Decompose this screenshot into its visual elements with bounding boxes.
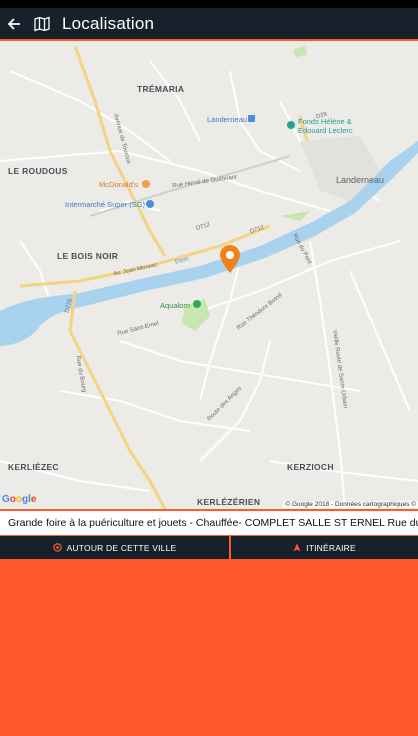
page-title: Localisation: [62, 13, 155, 33]
event-ticker: Grande foire à la puériculture et jouets…: [0, 511, 418, 535]
label-intermarche: Intermarché Super (SG): [65, 200, 146, 209]
museum-marker[interactable]: [287, 121, 295, 129]
map-view[interactable]: TRÉMARIA LE ROUDOUS LE BOIS NOIR KERLIÉZ…: [0, 41, 418, 509]
label-fonds-2: Édouard Leclerc: [298, 126, 353, 135]
map-canvas: [0, 45, 418, 509]
label-landerneau-town: Landerneau: [336, 175, 385, 185]
label-aqualorn: Aqualorn: [160, 301, 191, 310]
park-marker[interactable]: [193, 300, 201, 308]
label-kerliezec: KERLIÉZEC: [8, 462, 59, 472]
restaurant-marker[interactable]: [142, 180, 150, 188]
around-city-button[interactable]: AUTOUR DE CETTE VILLE: [0, 536, 229, 559]
app-bar: Localisation: [0, 8, 418, 41]
label-kerzioch: KERZIOCH: [287, 462, 334, 472]
content-area: [0, 559, 418, 736]
label-landerneau-station: Landerneau: [207, 115, 248, 124]
label-le-bois-noir: LE BOIS NOIR: [57, 251, 119, 261]
label-kerlezerien: KERLÉZÉRIEN: [197, 497, 261, 507]
back-button[interactable]: [0, 8, 28, 39]
itinerary-label: ITINÉRAIRE: [306, 542, 356, 553]
google-logo: Google: [2, 494, 37, 505]
label-tremaria: TRÉMARIA: [137, 84, 185, 94]
target-icon: [52, 543, 62, 552]
arrow-left-icon: [7, 17, 20, 30]
action-bar: AUTOUR DE CETTE VILLE ITINÉRAIRE: [0, 536, 418, 559]
itinerary-button[interactable]: ITINÉRAIRE: [231, 536, 418, 559]
station-marker[interactable]: [248, 115, 255, 122]
map-icon: [34, 14, 54, 34]
navigation-arrow-icon: [293, 543, 301, 552]
status-bar: [0, 0, 418, 8]
shop-marker[interactable]: [146, 200, 154, 208]
map-copyright: © Google 2018 - Données cartographiques …: [283, 501, 418, 508]
around-city-label: AUTOUR DE CETTE VILLE: [66, 542, 177, 553]
label-le-roudous: LE ROUDOUS: [8, 166, 68, 176]
label-mcdonalds: McDonald's: [99, 180, 138, 189]
label-fonds: Fonds Hélène &: [298, 117, 352, 126]
